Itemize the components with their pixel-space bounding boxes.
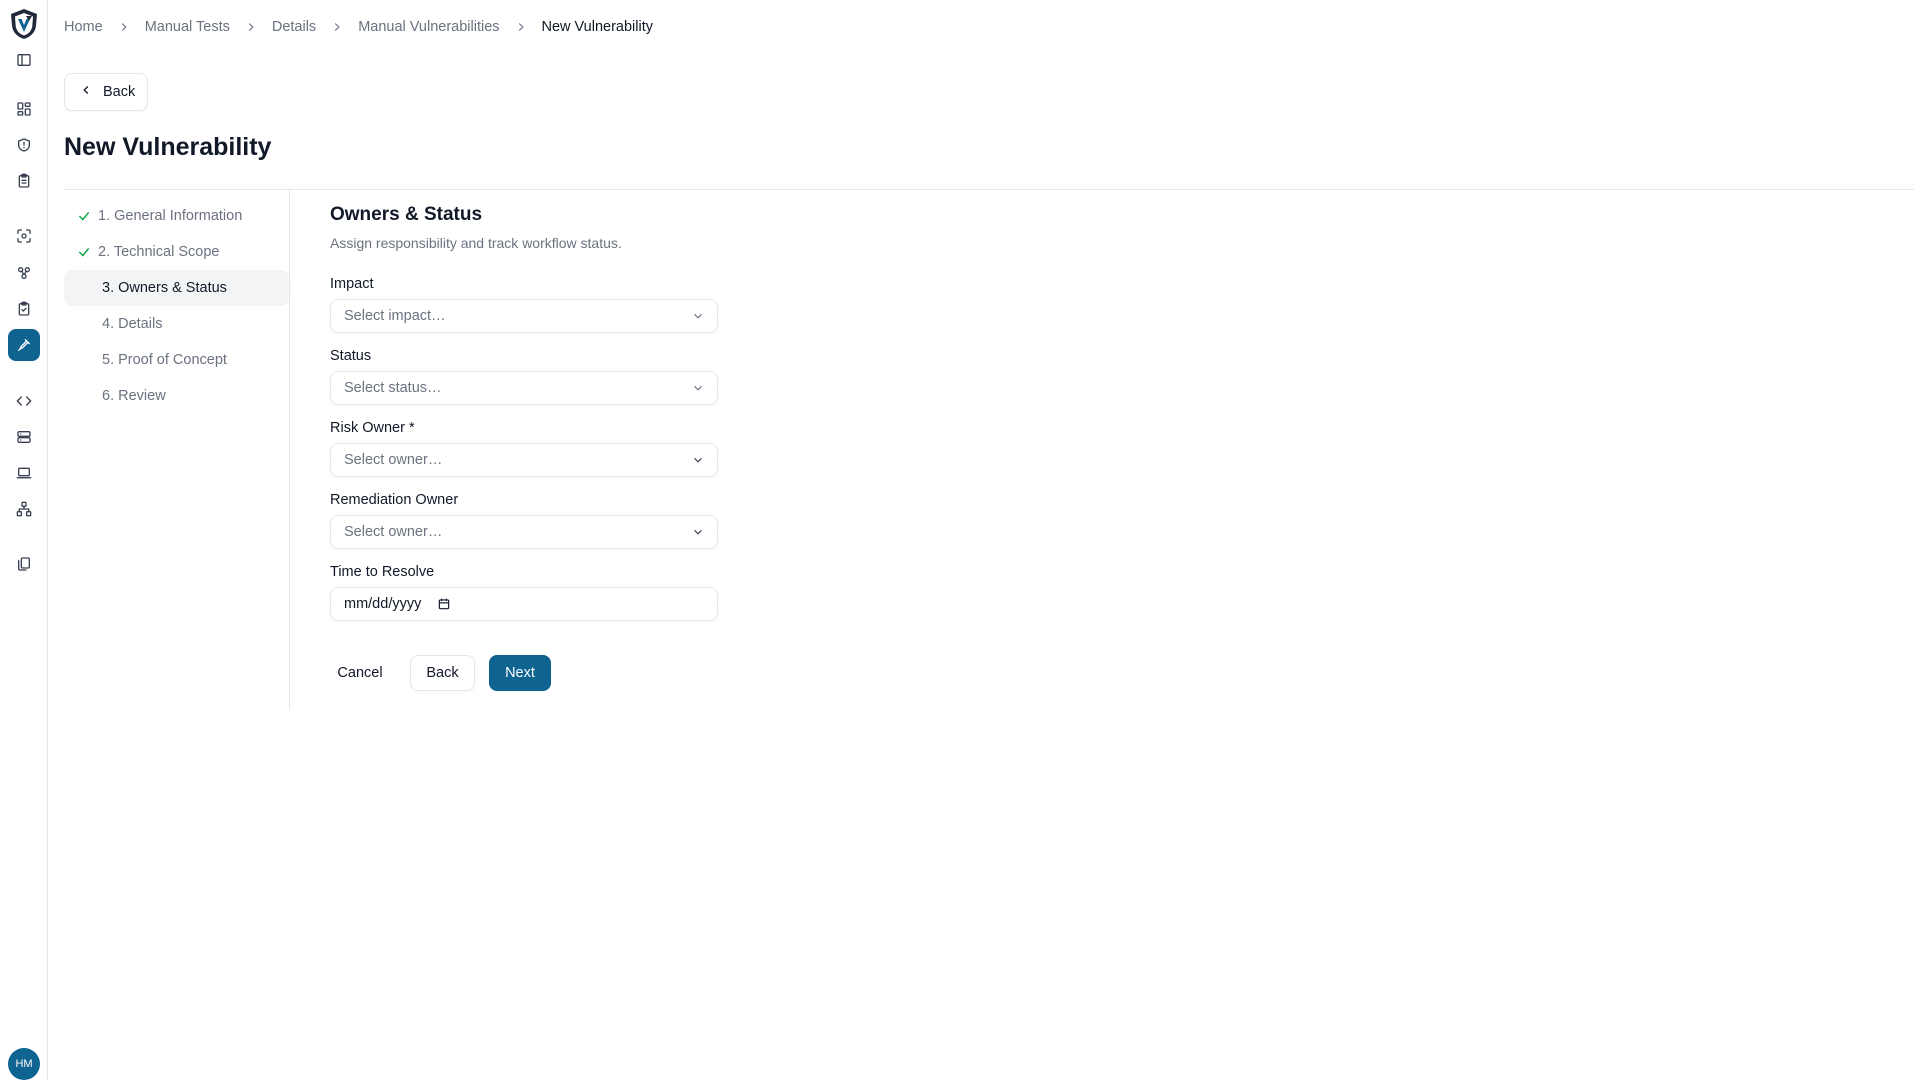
breadcrumb-home[interactable]: Home (64, 19, 103, 35)
back-link-button[interactable]: Back (64, 73, 149, 111)
header-divider (64, 189, 1914, 190)
network-icon[interactable] (13, 498, 35, 520)
code-icon[interactable] (13, 390, 35, 412)
chevron-right-icon (514, 20, 528, 34)
breadcrumb-manual-vulnerabilities[interactable]: Manual Vulnerabilities (358, 19, 499, 35)
back-button[interactable]: Back (410, 655, 475, 691)
manual-tests-icon[interactable] (8, 329, 40, 361)
user-avatar[interactable]: HM (8, 1048, 40, 1080)
section-subtitle: Assign responsibility and track workflow… (330, 235, 622, 251)
server-icon[interactable] (13, 426, 35, 448)
scan-icon[interactable] (13, 225, 35, 247)
icon-sidebar: HM (0, 0, 48, 1080)
shield-icon[interactable] (13, 134, 35, 156)
risk-owner-select[interactable]: Select owner… (330, 443, 718, 477)
documents-icon[interactable] (13, 553, 35, 575)
clipboard-check-icon[interactable] (13, 298, 35, 320)
step-label: 5. Proof of Concept (102, 352, 227, 368)
status-select[interactable]: Select status… (330, 371, 718, 405)
step-proof-of-concept[interactable]: 5. Proof of Concept (64, 342, 289, 378)
check-icon (77, 209, 91, 223)
next-button[interactable]: Next (489, 655, 551, 691)
impact-select[interactable]: Select impact… (330, 299, 718, 333)
step-label: 3. Owners & Status (102, 280, 227, 296)
breadcrumb-manual-tests[interactable]: Manual Tests (145, 19, 230, 35)
owners-status-form: Owners & Status Assign responsibility an… (330, 204, 720, 691)
remediation-owner-label: Remediation Owner (330, 492, 459, 508)
check-icon (77, 245, 91, 259)
laptop-icon[interactable] (13, 462, 35, 484)
clipboard-icon[interactable] (13, 170, 35, 192)
time-to-resolve-date-input[interactable]: mm/dd/yyyy (330, 587, 718, 621)
step-label: 1. General Information (98, 208, 243, 224)
breadcrumb-current: New Vulnerability (541, 19, 653, 35)
breadcrumb: Home Manual Tests Details Manual Vulnera… (64, 19, 653, 35)
chevron-right-icon (117, 20, 131, 34)
section-title: Owners & Status (330, 204, 483, 225)
step-general-information[interactable]: 1. General Information (64, 198, 289, 234)
time-to-resolve-label: Time to Resolve (330, 564, 435, 580)
impact-label: Impact (330, 276, 374, 292)
step-label: 4. Details (102, 316, 163, 332)
page-title: New Vulnerability (64, 133, 272, 161)
step-label: 6. Review (102, 388, 166, 404)
date-value: mm/dd/yyyy (344, 596, 422, 612)
breadcrumb-details[interactable]: Details (272, 19, 316, 35)
remediation-owner-select[interactable]: Select owner… (330, 515, 718, 549)
chevron-down-icon (691, 525, 705, 539)
chevron-right-icon (330, 20, 344, 34)
risk-owner-placeholder: Select owner… (344, 452, 443, 468)
integrations-icon[interactable] (13, 262, 35, 284)
dashboard-icon[interactable] (13, 98, 35, 120)
step-label: 2. Technical Scope (98, 244, 220, 260)
status-placeholder: Select status… (344, 380, 442, 396)
status-label: Status (330, 348, 372, 364)
logo-shield-icon[interactable] (8, 7, 40, 41)
impact-placeholder: Select impact… (344, 308, 446, 324)
sidebar-toggle-icon[interactable] (13, 49, 35, 71)
chevron-left-icon (79, 83, 93, 101)
chevron-down-icon (691, 381, 705, 395)
step-review[interactable]: 6. Review (64, 378, 289, 414)
step-owners-status[interactable]: 3. Owners & Status (64, 270, 289, 306)
risk-owner-label: Risk Owner * (330, 420, 415, 436)
wizard-steps: 1. General Information 2. Technical Scop… (64, 198, 289, 414)
chevron-down-icon (691, 309, 705, 323)
steps-divider (289, 190, 290, 710)
step-technical-scope[interactable]: 2. Technical Scope (64, 234, 289, 270)
cancel-button[interactable]: Cancel (330, 655, 390, 691)
remediation-owner-placeholder: Select owner… (344, 524, 443, 540)
back-link-label: Back (103, 84, 136, 100)
step-details[interactable]: 4. Details (64, 306, 289, 342)
calendar-icon[interactable] (437, 597, 451, 611)
chevron-right-icon (244, 20, 258, 34)
chevron-down-icon (691, 453, 705, 467)
